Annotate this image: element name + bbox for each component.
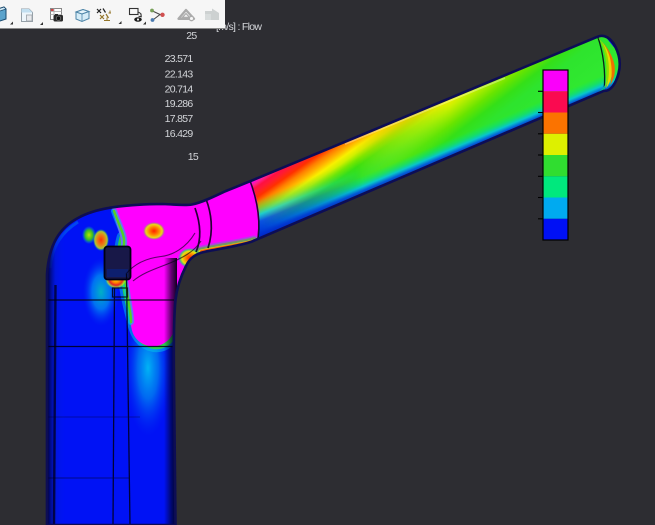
svg-text:22.143: 22.143 <box>165 68 194 80</box>
svg-text:23.571: 23.571 <box>165 53 194 65</box>
svg-text:20.714: 20.714 <box>165 83 194 95</box>
svg-text:17.857: 17.857 <box>165 113 194 125</box>
svg-text:15: 15 <box>188 151 199 163</box>
svg-text:19.286: 19.286 <box>165 98 194 110</box>
svg-text:16.429: 16.429 <box>165 128 194 140</box>
svg-text:25: 25 <box>186 30 197 42</box>
